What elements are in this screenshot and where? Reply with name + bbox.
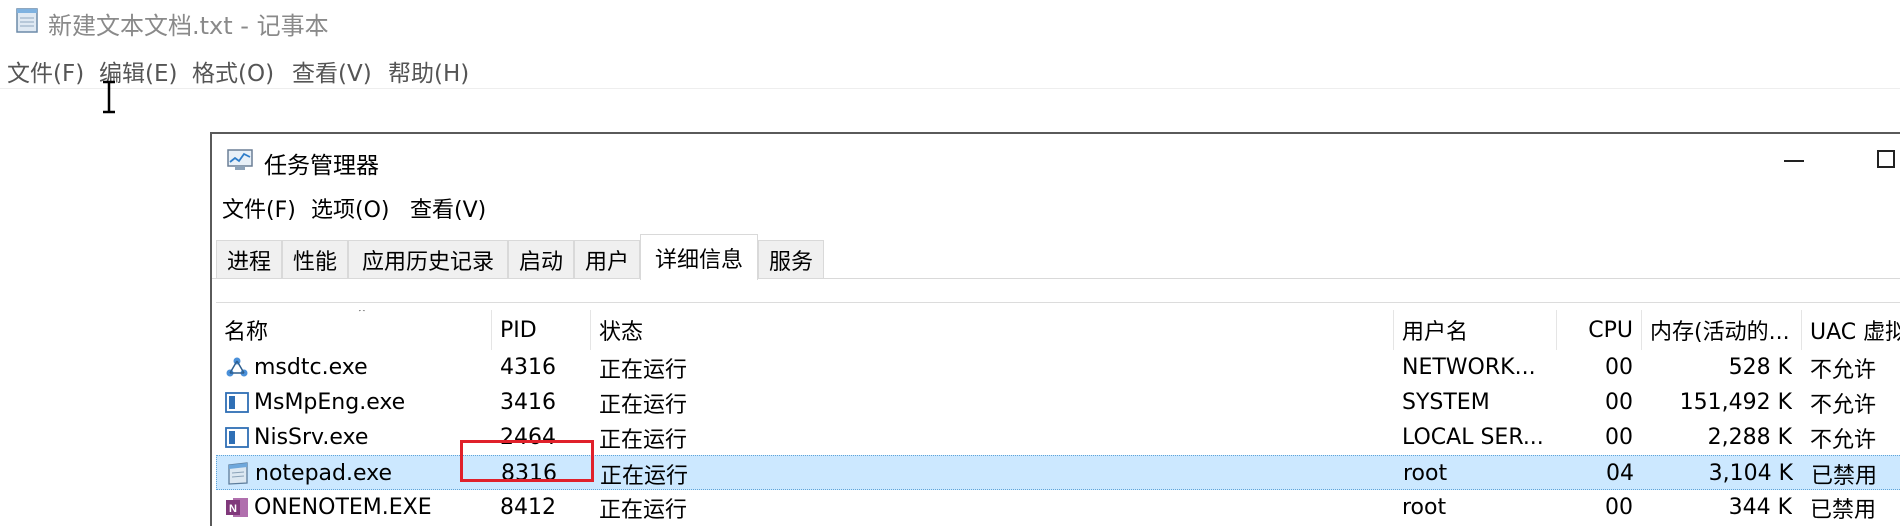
notepad-menu-file[interactable]: 文件(F): [7, 54, 84, 88]
process-name: NisSrv.exe: [254, 425, 369, 450]
process-uac: 不允许: [1810, 427, 1877, 453]
task-manager-app-icon: [227, 149, 253, 170]
process-name: msdtc.exe: [254, 355, 368, 380]
msdtc-icon: [226, 357, 248, 377]
process-uac: 已禁用: [1810, 497, 1877, 523]
column-header-status-label: 状态: [599, 320, 644, 345]
notepad-menubar: 文件(F) 编辑(E) 格式(O) 查看(V) 帮助(H): [0, 50, 1900, 89]
tab-users[interactable]: 用户: [574, 240, 640, 278]
tm-menu-options[interactable]: 选项(O): [311, 192, 389, 224]
notepad-menu-format[interactable]: 格式(O): [192, 54, 274, 88]
column-header-status[interactable]: 状态: [591, 310, 1394, 350]
desktop: 新建文本文档.txt - 记事本 文件(F) 编辑(E) 格式(O) 查看(V)…: [0, 0, 1900, 526]
notepad-app-icon: [16, 8, 38, 33]
text-cursor-icon: [103, 80, 115, 114]
notepad-menu-view[interactable]: 查看(V): [292, 54, 372, 88]
process-status: 正在运行: [599, 427, 688, 453]
process-pid: 8412: [500, 495, 556, 520]
notepad-icon: [228, 462, 248, 485]
defender-icon: [225, 392, 249, 413]
pid-highlight-box: [460, 440, 594, 482]
process-status: 正在运行: [599, 497, 688, 523]
column-header-cpu[interactable]: CPU: [1557, 310, 1642, 350]
tabs-divider: [212, 278, 1900, 279]
minimize-icon[interactable]: [1784, 160, 1804, 162]
process-cpu: 00: [1605, 425, 1633, 450]
column-header-pid[interactable]: PID: [492, 310, 591, 350]
process-user: root: [1403, 461, 1448, 486]
tab-processes[interactable]: 进程: [216, 240, 282, 278]
process-memory: 528 K: [1728, 355, 1792, 380]
task-manager-titlebar[interactable]: 任务管理器: [212, 134, 1900, 179]
tab-services[interactable]: 服务: [758, 240, 824, 278]
notepad-menu-help[interactable]: 帮助(H): [388, 54, 469, 88]
process-uac: 已禁用: [1811, 463, 1878, 489]
tm-menu-file[interactable]: 文件(F): [222, 192, 296, 224]
column-header-name-label: 名称: [224, 320, 269, 345]
process-name: ONENOTEM.EXE: [254, 495, 432, 520]
process-name: MsMpEng.exe: [254, 390, 406, 415]
tab-startup[interactable]: 启动: [508, 240, 574, 278]
column-header-row: 名称 ⌃ PID 状态 用户名 CPU 内存(活动的... UAC 虚拟化: [216, 310, 1900, 350]
notepad-titlebar: 新建文本文档.txt - 记事本: [0, 0, 1900, 40]
process-status: 正在运行: [599, 392, 688, 418]
process-user: root: [1402, 495, 1447, 520]
process-memory: 3,104 K: [1708, 461, 1793, 486]
column-header-uac-label: UAC 虚拟化: [1810, 320, 1900, 345]
process-cpu: 04: [1606, 461, 1634, 486]
process-user: SYSTEM: [1402, 390, 1490, 415]
process-uac: 不允许: [1810, 357, 1877, 383]
column-header-pid-label: PID: [500, 317, 537, 343]
process-status: 正在运行: [599, 357, 688, 383]
process-memory: 2,288 K: [1707, 425, 1792, 450]
process-cpu: 00: [1605, 495, 1633, 520]
defender-icon: [225, 427, 249, 448]
process-pid: 3416: [500, 390, 556, 415]
process-uac: 不允许: [1810, 392, 1877, 418]
process-pid: 4316: [500, 355, 556, 380]
tab-performance[interactable]: 性能: [282, 240, 348, 278]
process-user: LOCAL SER...: [1402, 425, 1544, 450]
table-row[interactable]: N ONENOTEM.EXE 8412 正在运行 root 00 344 K 已…: [216, 490, 1900, 525]
process-name: notepad.exe: [255, 461, 392, 486]
process-cpu: 00: [1605, 355, 1633, 380]
onenote-icon: N: [226, 498, 248, 517]
grid-top-border: [216, 302, 1900, 303]
table-row[interactable]: MsMpEng.exe 3416 正在运行 SYSTEM 00 151,492 …: [216, 385, 1900, 420]
process-cpu: 00: [1605, 390, 1633, 415]
column-header-uac[interactable]: UAC 虚拟化: [1802, 310, 1900, 350]
column-header-memory[interactable]: 内存(活动的...: [1642, 310, 1802, 350]
maximize-icon[interactable]: [1877, 150, 1895, 168]
task-manager-title: 任务管理器: [264, 153, 379, 179]
notepad-window-title: 新建文本文档.txt - 记事本: [48, 12, 329, 40]
svg-text:N: N: [229, 503, 237, 515]
sort-ascending-icon: ⌃: [356, 310, 368, 322]
process-user: NETWORK...: [1402, 355, 1536, 380]
column-header-memory-label: 内存(活动的...: [1650, 320, 1790, 345]
column-header-cpu-label: CPU: [1588, 317, 1633, 343]
column-header-username-label: 用户名: [1402, 320, 1469, 345]
task-manager-tabs: 进程 性能 应用历史记录 启动 用户 详细信息 服务: [216, 234, 1900, 280]
tab-app-history[interactable]: 应用历史记录: [348, 240, 508, 278]
process-status: 正在运行: [600, 463, 689, 489]
process-memory: 344 K: [1728, 495, 1792, 520]
column-header-name[interactable]: 名称 ⌃: [216, 310, 492, 350]
table-row[interactable]: msdtc.exe 4316 正在运行 NETWORK... 00 528 K …: [216, 350, 1900, 385]
process-memory: 151,492 K: [1679, 390, 1792, 415]
tm-menu-view[interactable]: 查看(V): [410, 192, 486, 224]
task-manager-menubar: 文件(F) 选项(O) 查看(V): [212, 192, 1900, 226]
tab-details[interactable]: 详细信息: [640, 234, 758, 280]
column-header-username[interactable]: 用户名: [1394, 310, 1557, 350]
